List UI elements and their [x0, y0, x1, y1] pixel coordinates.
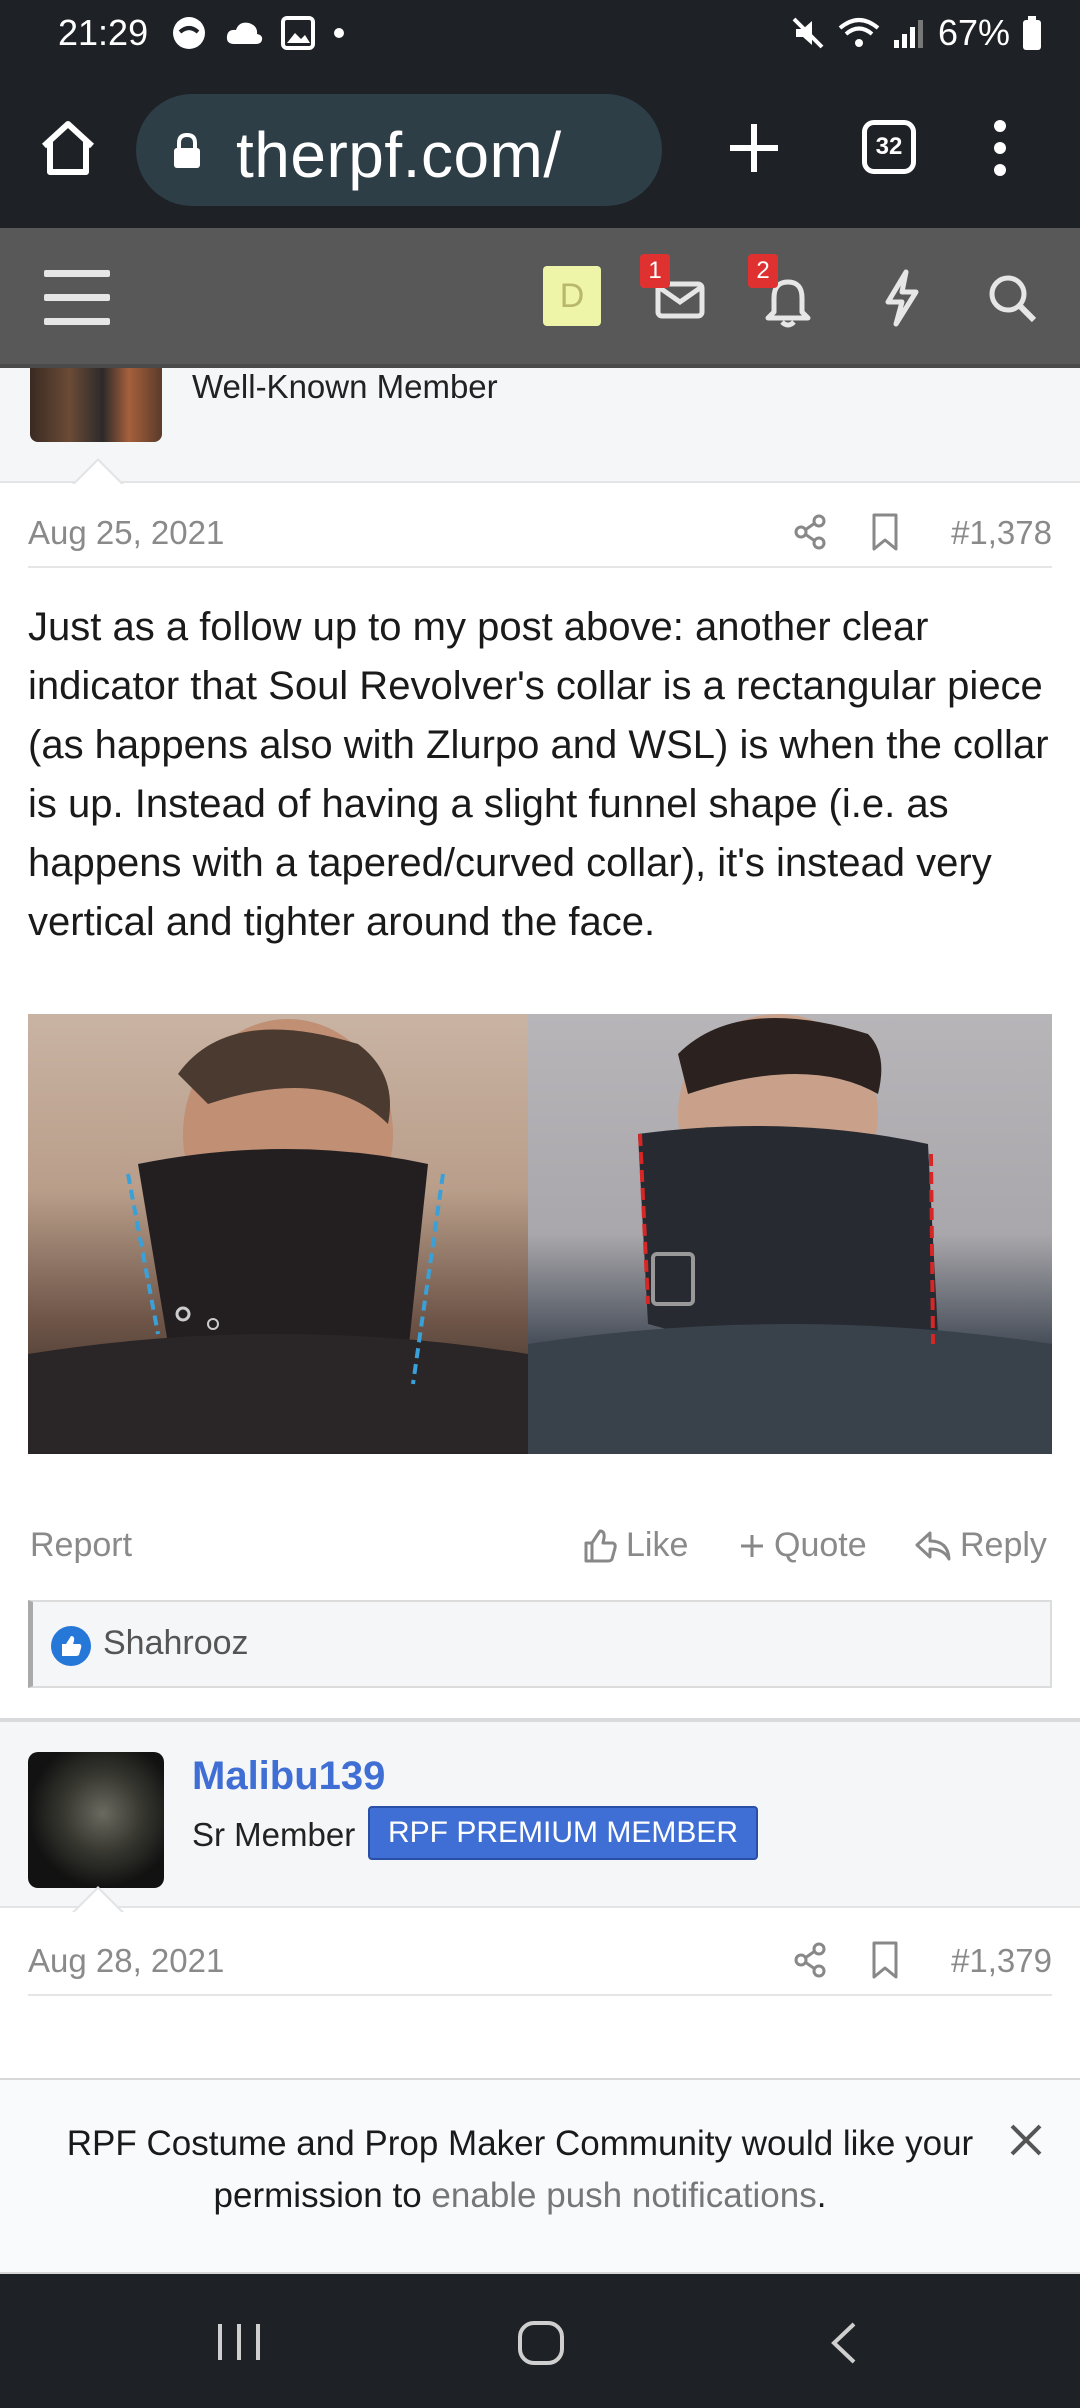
tab-switcher-button[interactable]: 32: [862, 120, 916, 174]
thread-content: Well-Known Member Aug 25, 2021 #1,378 Ju…: [0, 368, 1080, 2078]
alerts-badge: 2: [748, 254, 778, 288]
signal-icon: [893, 20, 923, 48]
close-icon[interactable]: [1006, 2120, 1046, 2160]
inbox-badge: 1: [640, 254, 670, 288]
quote-label: Quote: [774, 1526, 867, 1564]
reactions-bar[interactable]: Shahrooz: [28, 1600, 1052, 1688]
lightning-icon[interactable]: [872, 266, 932, 330]
recent-apps-icon[interactable]: [214, 2320, 264, 2364]
author-avatar[interactable]: [30, 368, 162, 442]
post-date[interactable]: Aug 25, 2021: [28, 514, 224, 552]
author-username[interactable]: Malibu139: [192, 1754, 385, 1799]
like-button[interactable]: Like: [582, 1526, 688, 1565]
lock-icon: [174, 132, 200, 168]
push-notification-period: .: [816, 2176, 827, 2215]
status-bar: 21:29 67%: [0, 0, 1080, 72]
post-meta: Aug 25, 2021 #1,378: [28, 498, 1052, 568]
post-author-header: Malibu139 Sr Member RPF PREMIUM MEMBER: [0, 1722, 1080, 1908]
battery-percent: 67%: [937, 12, 1010, 53]
author-rank: Sr Member: [192, 1816, 356, 1853]
post-number[interactable]: #1,379: [951, 1942, 1052, 1980]
mute-icon: [792, 17, 824, 49]
site-navigation: D 1 2: [0, 228, 1080, 368]
url-text: therpf.com/: [236, 119, 562, 191]
post-images[interactable]: [28, 1014, 1052, 1454]
push-notification-text: RPF Costume and Prop Maker Community wou…: [40, 2118, 1000, 2222]
search-icon[interactable]: [982, 266, 1042, 330]
reply-label: Reply: [960, 1526, 1047, 1564]
wifi-icon: [838, 18, 880, 47]
user-avatar[interactable]: D: [543, 266, 601, 326]
gallery-icon: [281, 16, 315, 50]
post-date[interactable]: Aug 28, 2021: [28, 1942, 224, 1980]
like-label: Like: [626, 1526, 689, 1564]
share-icon[interactable]: [792, 1942, 828, 1978]
home-button-icon[interactable]: [516, 2320, 566, 2366]
collar-illustration-left: [28, 1019, 528, 1454]
collar-photo-left[interactable]: [28, 1014, 528, 1454]
url-bar[interactable]: therpf.com/: [136, 94, 662, 206]
chat-bubble-icon: [173, 17, 205, 49]
bookmark-icon[interactable]: [870, 1940, 900, 1980]
inbox-button[interactable]: 1: [640, 254, 714, 330]
premium-member-badge: RPF PREMIUM MEMBER: [368, 1806, 759, 1860]
collar-illustration-right: [528, 1014, 1052, 1454]
share-icon[interactable]: [792, 514, 828, 550]
cloud-icon: [226, 22, 263, 44]
alerts-button[interactable]: 2: [748, 254, 822, 330]
hamburger-menu-icon[interactable]: [44, 270, 110, 326]
author-avatar[interactable]: [28, 1752, 164, 1888]
quote-button[interactable]: Quote: [738, 1526, 867, 1565]
author-caret: [72, 1886, 124, 1913]
post-actions: Report Like Quote Reply: [30, 1518, 1052, 1578]
report-link[interactable]: Report: [30, 1526, 132, 1565]
enable-push-link[interactable]: enable push notifications: [431, 2176, 816, 2215]
system-navigation-bar: [0, 2274, 1080, 2408]
plus-icon: [730, 124, 778, 172]
post-body: Just as a follow up to my post above: an…: [28, 605, 1049, 944]
browser-toolbar: therpf.com/ 32: [0, 72, 1080, 228]
status-time: 21:29: [58, 12, 149, 53]
collar-photo-right[interactable]: [528, 1014, 1052, 1454]
plus-icon: [741, 1534, 763, 1557]
battery-icon: [1023, 16, 1041, 50]
author-role: Well-Known Member: [192, 368, 498, 405]
reaction-users[interactable]: Shahrooz: [103, 1624, 249, 1663]
thumbs-up-icon: [584, 1529, 617, 1562]
new-tab-button[interactable]: [722, 112, 786, 182]
push-notification-banner: RPF Costume and Prop Maker Community wou…: [0, 2078, 1080, 2274]
back-icon[interactable]: [826, 2320, 862, 2366]
post-number[interactable]: #1,378: [951, 514, 1052, 552]
reply-button[interactable]: Reply: [914, 1526, 1047, 1565]
bookmark-icon[interactable]: [870, 512, 900, 552]
notification-icons: [170, 14, 346, 52]
post-meta: Aug 28, 2021 #1,379: [28, 1926, 1052, 1996]
more-options-icon[interactable]: [982, 116, 1018, 180]
author-caret: [72, 458, 124, 485]
post-author-header: Well-Known Member: [0, 368, 1080, 483]
reply-arrow-icon: [915, 1531, 951, 1560]
dot-icon: [334, 28, 344, 38]
like-reaction-icon: [51, 1626, 91, 1666]
home-icon[interactable]: [36, 116, 100, 180]
